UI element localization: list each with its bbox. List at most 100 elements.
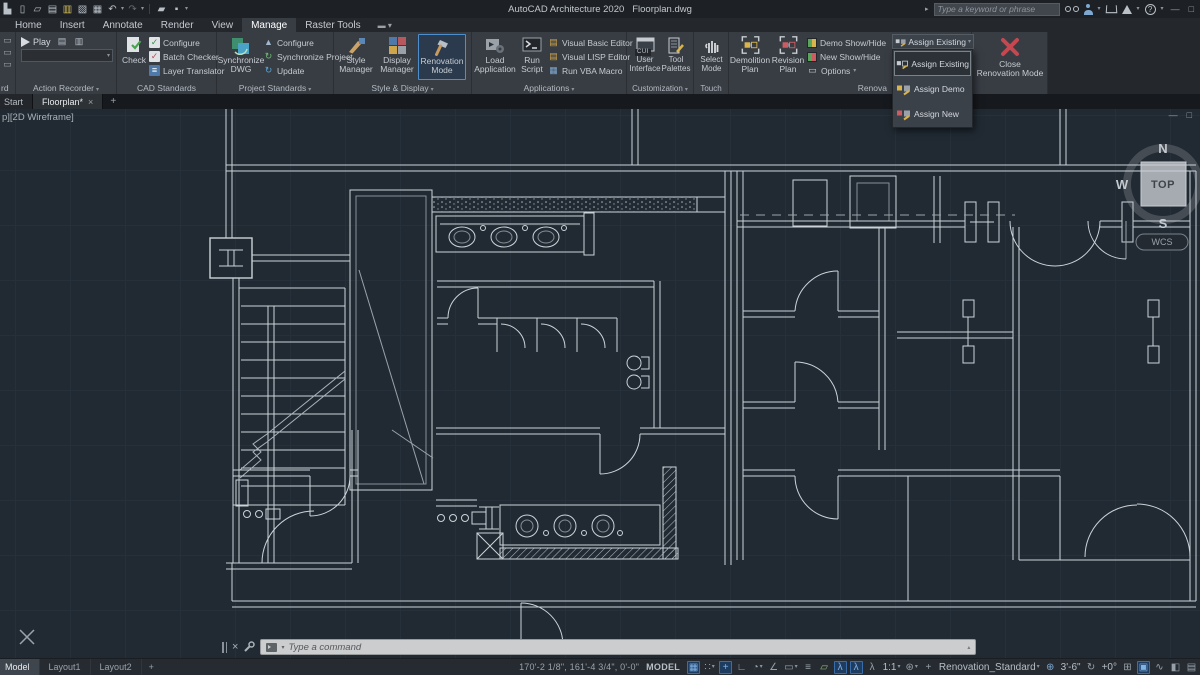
- play-button[interactable]: Play: [21, 37, 51, 47]
- tool-palettes-button[interactable]: Tool Palettes: [661, 34, 691, 80]
- layout-tab-model[interactable]: Model: [0, 659, 40, 675]
- panel-label-touch[interactable]: Touch: [700, 84, 721, 93]
- panel-label-project-standards[interactable]: Project Standards: [239, 83, 307, 93]
- alert-caret-icon[interactable]: ▾: [1137, 6, 1140, 12]
- snap-mode-icon[interactable]: ∷▾: [703, 661, 716, 674]
- qat-caret-icon[interactable]: ▾: [185, 6, 188, 12]
- redo-icon[interactable]: ↷: [126, 2, 139, 16]
- search-input[interactable]: Type a keyword or phrase: [934, 3, 1060, 16]
- synchronize-dwg-button[interactable]: Synchronize DWG: [219, 34, 263, 80]
- help-caret-icon[interactable]: ▾: [1161, 6, 1164, 12]
- polar-tracking-icon[interactable]: ◔▾: [751, 661, 764, 674]
- annotation-visibility-icon[interactable]: λ: [834, 661, 847, 674]
- undo-caret-icon[interactable]: ▾: [121, 6, 124, 12]
- layout-tab-layout1[interactable]: Layout1: [40, 659, 91, 675]
- tab-view[interactable]: View: [203, 18, 243, 32]
- insert-base-point-icon[interactable]: ▤: [57, 36, 68, 47]
- panel-label-applications[interactable]: Applications: [524, 83, 570, 93]
- command-expand-caret-icon[interactable]: ▴: [967, 644, 970, 651]
- grid-display-icon[interactable]: ▦: [687, 661, 700, 674]
- minimize-window-icon[interactable]: —: [1169, 4, 1182, 14]
- panel-label-renovate[interactable]: Renova: [858, 83, 887, 93]
- display-manager-button[interactable]: Display Manager: [376, 34, 418, 80]
- coordinates-readout[interactable]: 170'-2 1/8", 161'-4 3/4", 0'-0": [519, 662, 639, 672]
- print-icon[interactable]: ▦: [91, 2, 104, 16]
- quick-view-icon[interactable]: ⊞: [1121, 661, 1134, 674]
- demo-show-hide-button[interactable]: Demo Show/Hide: [807, 36, 892, 49]
- new-file-icon[interactable]: ▯: [16, 2, 29, 16]
- tab-render[interactable]: Render: [152, 18, 203, 32]
- search-icon[interactable]: [1065, 5, 1079, 13]
- configure-button[interactable]: ✓Configure: [149, 36, 224, 49]
- help-icon[interactable]: ?: [1145, 4, 1156, 15]
- isolate-objects-icon[interactable]: ▱: [818, 661, 831, 674]
- alert-icon[interactable]: [1122, 5, 1132, 14]
- maximize-window-icon[interactable]: □: [1187, 4, 1196, 14]
- batch-checker-button[interactable]: ✓Batch Checker: [149, 50, 224, 63]
- viewcube-north[interactable]: N: [1158, 141, 1167, 156]
- model-space-toggle[interactable]: MODEL: [642, 662, 684, 672]
- tab-insert[interactable]: Insert: [51, 18, 94, 32]
- run-script-button[interactable]: Run Script: [516, 34, 548, 80]
- load-application-button[interactable]: Load Application: [474, 34, 516, 80]
- check-button[interactable]: Check: [119, 34, 149, 80]
- close-renovation-mode-button[interactable]: Close Renovation Mode: [974, 34, 1046, 92]
- wcs-label[interactable]: WCS: [1152, 237, 1173, 247]
- insert-pause-icon[interactable]: ▭: [2, 59, 13, 70]
- quick-properties-icon[interactable]: ▣: [1137, 661, 1150, 674]
- clean-screen-icon[interactable]: ◧: [1169, 661, 1182, 674]
- viewport-controls-label[interactable]: p][2D Wireframe]: [2, 112, 74, 123]
- visual-basic-editor-button[interactable]: ▤Visual Basic Editor: [548, 36, 633, 49]
- command-close-icon[interactable]: ×: [232, 642, 238, 653]
- viewcube[interactable]: N W S TOP WCS: [1116, 141, 1199, 250]
- style-manager-button[interactable]: Style Manager: [336, 34, 376, 80]
- annotation-person-icon[interactable]: λ: [866, 661, 879, 674]
- new-show-hide-button[interactable]: New Show/Hide: [807, 50, 892, 63]
- doc-tab-floorplan[interactable]: Floorplan*×: [33, 94, 103, 109]
- new-layout-icon[interactable]: +: [142, 662, 161, 672]
- layout-tab-layout2[interactable]: Layout2: [91, 659, 142, 675]
- viewcube-west[interactable]: W: [1116, 177, 1129, 192]
- ucs-icon[interactable]: [20, 630, 34, 644]
- plot-icon[interactable]: ▧: [76, 2, 89, 16]
- visual-lisp-editor-button[interactable]: ▤Visual LISP Editor: [548, 50, 633, 63]
- new-drawing-tab-icon[interactable]: +: [103, 94, 123, 109]
- rotation-angle-button[interactable]: +0°: [1101, 661, 1118, 674]
- elevation-button[interactable]: 3'-6": [1060, 661, 1082, 674]
- sheet-set-icon[interactable]: ▪: [170, 2, 183, 16]
- menu-item-assign-demo[interactable]: Assign Demo: [894, 76, 971, 101]
- panel-label-action-recorder[interactable]: Action Recorder: [33, 83, 94, 93]
- close-tab-icon[interactable]: ×: [88, 97, 93, 107]
- insert-input-icon[interactable]: ▭: [2, 47, 13, 58]
- object-snap-icon[interactable]: ▭▾: [783, 661, 798, 674]
- panel-label-style-display[interactable]: Style & Display: [371, 83, 428, 93]
- store-cart-icon[interactable]: [1105, 5, 1117, 13]
- command-customize-wrench-icon[interactable]: [243, 641, 255, 653]
- panel-label-cad-standards[interactable]: CAD Standards: [137, 83, 196, 93]
- customization-menu-icon[interactable]: ▤: [1185, 661, 1198, 674]
- menu-item-assign-new[interactable]: Assign New: [894, 101, 971, 126]
- graphics-performance-icon[interactable]: ∿: [1153, 661, 1166, 674]
- panel-label-customization[interactable]: Customization: [632, 84, 683, 93]
- menu-item-assign-existing[interactable]: Assign Existing: [894, 51, 971, 76]
- lineweight-icon[interactable]: ≡: [802, 661, 815, 674]
- tab-annotate[interactable]: Annotate: [94, 18, 152, 32]
- viewcube-south[interactable]: S: [1159, 216, 1168, 231]
- dynamic-input-icon[interactable]: +: [719, 661, 732, 674]
- viewcube-top-label[interactable]: TOP: [1151, 179, 1175, 191]
- ortho-mode-icon[interactable]: ∟: [735, 661, 748, 674]
- revision-plan-button[interactable]: Revision Plan: [769, 34, 807, 80]
- redo-caret-icon[interactable]: ▾: [141, 6, 144, 12]
- undo-icon[interactable]: ↶: [106, 2, 119, 16]
- open-file-icon[interactable]: ▱: [31, 2, 44, 16]
- run-vba-macro-button[interactable]: ▦Run VBA Macro: [548, 64, 633, 77]
- cut-plane-icon[interactable]: ↻: [1085, 661, 1098, 674]
- floorplan-drawing[interactable]: N W S TOP WCS: [0, 109, 1200, 658]
- ribbon-options-icon[interactable]: ▬ ▾: [370, 18, 400, 32]
- select-mode-button[interactable]: Select Mode: [696, 34, 727, 80]
- tab-manage[interactable]: Manage: [242, 18, 296, 32]
- annotation-autoscale-icon[interactable]: λ: [850, 661, 863, 674]
- app-menu-icon[interactable]: ▙: [1, 2, 14, 16]
- command-recent-caret-icon[interactable]: ▾: [281, 644, 284, 651]
- drawing-canvas[interactable]: N W S TOP WCS: [0, 109, 1200, 658]
